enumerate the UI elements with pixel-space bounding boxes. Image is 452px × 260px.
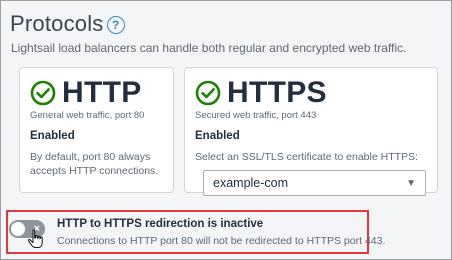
https-description: Select an SSL/TLS certificate to enable … [195, 151, 418, 163]
https-card-header: HTTPS [195, 78, 327, 108]
page-title: Protocols [10, 11, 104, 36]
certificate-select[interactable]: example-com ▼ [203, 170, 426, 196]
http-card-header: HTTP [30, 78, 142, 108]
caret-down-icon: ▼ [406, 177, 416, 189]
http-card: HTTP General web traffic, port 80 Enable… [19, 67, 174, 193]
https-status: Enabled [195, 130, 240, 142]
protocols-panel: Protocols ? Lightsail load balancers can… [0, 0, 452, 260]
certificate-select-value: example-com [213, 176, 289, 190]
http-description: By default, port 80 always accepts HTTP … [30, 151, 159, 177]
redirection-title: HTTP to HTTPS redirection is inactive [57, 218, 264, 230]
toggle-knob [11, 222, 25, 236]
title-row: Protocols ? [10, 11, 125, 37]
hand-pointer-cursor-icon [27, 229, 43, 248]
http-title: HTTP [62, 76, 142, 109]
check-circle-icon [30, 80, 56, 106]
http-subtitle: General web traffic, port 80 [30, 110, 145, 121]
redirection-description: Connections to HTTP port 80 will not be … [57, 235, 386, 247]
https-title: HTTPS [227, 76, 327, 109]
page-subtitle: Lightsail load balancers can handle both… [11, 41, 407, 55]
help-icon[interactable]: ? [106, 16, 125, 34]
https-subtitle: Secured web traffic, port 443 [195, 110, 317, 121]
check-circle-icon [195, 80, 221, 106]
https-card: HTTPS Secured web traffic, port 443 Enab… [184, 67, 438, 196]
http-status: Enabled [30, 130, 75, 142]
redirection-highlight [6, 210, 369, 254]
